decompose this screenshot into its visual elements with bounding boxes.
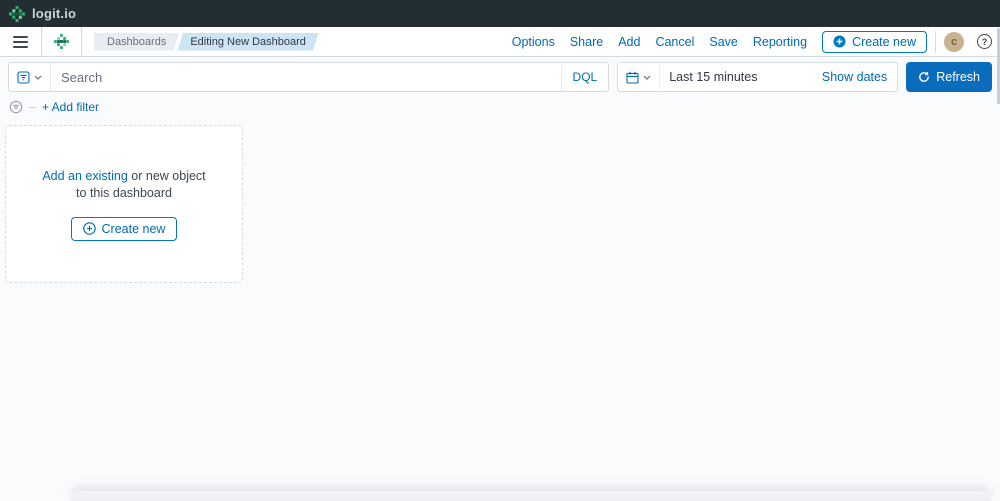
divider — [29, 106, 36, 108]
refresh-button[interactable]: Refresh — [906, 62, 992, 92]
logit-pixel-asterisk-icon — [9, 5, 25, 22]
toolbar-actions: Options Share Add Cancel Save Reporting … — [512, 30, 992, 53]
top-brand-bar: logit.io — [0, 0, 1000, 27]
search-box: DQL — [8, 62, 610, 92]
create-new-button-toolbar[interactable]: Create new — [822, 30, 927, 53]
save-link[interactable]: Save — [709, 35, 738, 49]
divider — [81, 27, 82, 56]
show-dates-link[interactable]: Show dates — [822, 70, 897, 84]
divider — [935, 30, 936, 53]
breadcrumb-current: Editing New Dashboard — [177, 33, 319, 51]
share-link[interactable]: Share — [570, 35, 603, 49]
search-input[interactable] — [51, 63, 561, 91]
plus-circle-filled-icon — [833, 35, 846, 48]
options-link[interactable]: Options — [512, 35, 555, 49]
filter-bar: + Add filter — [0, 98, 1000, 118]
avatar[interactable]: c — [944, 31, 964, 52]
query-bar: DQL Last 15 minutes Show dates — [0, 57, 1000, 98]
filter-square-icon — [17, 70, 30, 84]
cancel-link[interactable]: Cancel — [655, 35, 694, 49]
create-new-button-panel[interactable]: Create new — [70, 216, 178, 241]
calendar-icon — [626, 71, 639, 84]
saved-query-menu-button[interactable] — [9, 63, 51, 91]
reporting-link[interactable]: Reporting — [753, 35, 807, 49]
breadcrumb-dashboards[interactable]: Dashboards — [94, 33, 179, 51]
divider — [41, 27, 42, 56]
chevron-down-icon — [643, 75, 651, 80]
chevron-down-icon — [34, 75, 42, 80]
query-language-button[interactable]: DQL — [560, 63, 609, 91]
plus-circle-outline-icon — [82, 222, 96, 235]
filter-circle-icon[interactable] — [9, 100, 23, 114]
toolbar: Dashboards Editing New Dashboard Options… — [0, 27, 1000, 57]
add-link[interactable]: Add — [618, 35, 640, 49]
hamburger-menu-icon[interactable] — [8, 35, 33, 48]
date-quick-select-button[interactable] — [618, 63, 661, 91]
date-picker: Last 15 minutes Show dates — [617, 62, 899, 92]
logit-pixel-asterisk-icon — [54, 34, 69, 49]
logo-text: logit.io — [32, 6, 77, 21]
refresh-cycle-icon — [918, 71, 930, 83]
add-existing-link[interactable]: Add an existing — [42, 169, 127, 183]
app-home-button[interactable] — [50, 34, 73, 49]
time-range-value[interactable]: Last 15 minutes — [660, 70, 757, 84]
question-circle-icon[interactable]: ? — [977, 34, 992, 49]
empty-panel-text: Add an existing or new object to this da… — [42, 168, 206, 201]
dashboard-canvas: Add an existing or new object to this da… — [0, 118, 1000, 498]
bottom-panel-edge — [70, 491, 992, 501]
breadcrumb: Dashboards Editing New Dashboard — [94, 33, 319, 51]
add-filter-link[interactable]: + Add filter — [42, 100, 99, 114]
empty-dashboard-panel: Add an existing or new object to this da… — [5, 125, 243, 283]
